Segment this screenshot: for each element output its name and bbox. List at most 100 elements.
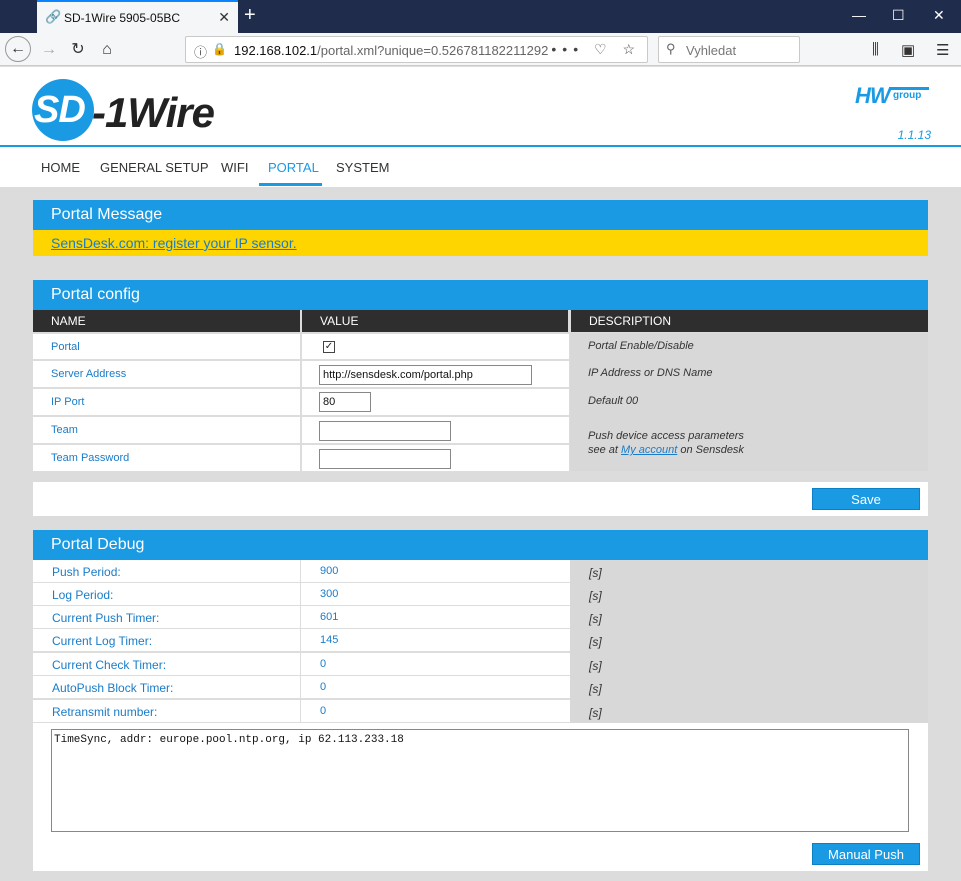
debug-value-push-period: 900 bbox=[320, 565, 339, 577]
debug-value-current-check-timer: 0 bbox=[320, 658, 327, 670]
value-cell bbox=[302, 417, 569, 444]
debug-unit: [s] bbox=[589, 612, 602, 626]
url-bar[interactable]: ⓘ 🔒 192.168.102.1/portal.xml?unique=0.52… bbox=[185, 36, 648, 63]
debug-value-retransmit-number: 0 bbox=[320, 705, 327, 717]
value-cell: ✓ bbox=[302, 334, 569, 360]
portal-message-heading: Portal Message bbox=[33, 200, 928, 230]
debug-log-textarea[interactable]: TimeSync, addr: europe.pool.ntp.org, ip … bbox=[51, 729, 909, 832]
row-divider bbox=[300, 560, 301, 583]
description-team-line1: Push device access parameters bbox=[588, 430, 744, 442]
portal-enable-checkbox[interactable]: ✓ bbox=[323, 341, 335, 353]
sidebar-icon[interactable]: ▣ bbox=[901, 41, 915, 59]
search-icon: ⚲ bbox=[666, 41, 676, 56]
debug-label-log-period: Log Period: bbox=[52, 588, 114, 602]
row-divider bbox=[300, 606, 301, 629]
page-actions-icon[interactable]: ••• ♡ ☆ bbox=[551, 41, 641, 58]
maximize-icon[interactable]: ☐ bbox=[892, 7, 905, 24]
portal-message-banner: SensDesk.com: register your IP sensor. bbox=[33, 230, 928, 256]
debug-value-current-push-timer: 601 bbox=[320, 611, 339, 623]
table-row: Team bbox=[33, 417, 300, 444]
team-password-field[interactable] bbox=[319, 449, 451, 469]
url-path: /portal.xml?unique=0.526781182211292 bbox=[317, 43, 549, 58]
save-bar: Save bbox=[33, 482, 928, 516]
description-ip-port: Default 00 bbox=[588, 395, 639, 407]
search-placeholder: Vyhledat bbox=[686, 43, 737, 58]
value-cell bbox=[302, 445, 569, 472]
description-server-address: IP Address or DNS Name bbox=[588, 367, 713, 379]
reload-icon[interactable]: ↻ bbox=[66, 38, 90, 62]
manual-push-button[interactable]: Manual Push bbox=[812, 843, 920, 865]
row-divider bbox=[300, 653, 301, 676]
portal-debug-heading: Portal Debug bbox=[33, 530, 928, 560]
forward-arrow-icon[interactable]: → bbox=[37, 38, 61, 62]
portal-config-heading: Portal config bbox=[33, 280, 928, 310]
table-row: Portal bbox=[33, 334, 300, 360]
row-divider bbox=[300, 700, 301, 723]
firmware-version: 1.1.13 bbox=[897, 128, 931, 142]
debug-label-current-check-timer: Current Check Timer: bbox=[52, 658, 167, 672]
description-portal: Portal Enable/Disable bbox=[588, 340, 694, 352]
home-icon[interactable]: ⌂ bbox=[95, 38, 119, 62]
debug-unit: [s] bbox=[589, 682, 602, 696]
sensdesk-register-link[interactable]: SensDesk.com: register your IP sensor. bbox=[51, 235, 297, 251]
active-menu-underline bbox=[259, 183, 322, 186]
logo-product-name: -1Wire bbox=[92, 89, 215, 136]
save-button[interactable]: Save bbox=[812, 488, 920, 510]
debug-row: Log Period: 300 bbox=[33, 583, 570, 606]
menu-item-portal[interactable]: PORTAL bbox=[268, 160, 319, 175]
debug-unit: [s] bbox=[589, 706, 602, 720]
library-icon[interactable]: ⫼ bbox=[872, 41, 879, 58]
menu-item-home[interactable]: HOME bbox=[41, 160, 80, 175]
debug-row: Current Push Timer: 601 bbox=[33, 606, 570, 629]
row-label-ip-port: IP Port bbox=[51, 396, 85, 408]
table-row: IP Port bbox=[33, 389, 300, 416]
insecure-lock-icon[interactable]: 🔒 bbox=[212, 42, 227, 56]
debug-row: AutoPush Block Timer: 0 bbox=[33, 676, 570, 699]
new-tab-icon[interactable]: + bbox=[244, 4, 256, 27]
description-team-suffix: on Sensdesk bbox=[677, 444, 744, 456]
logo-sd: SD bbox=[34, 89, 86, 131]
search-input[interactable]: ⚲ Vyhledat bbox=[658, 36, 800, 63]
menu-item-wifi[interactable]: WIFI bbox=[221, 160, 248, 175]
debug-value-log-period: 300 bbox=[320, 588, 339, 600]
window-close-icon[interactable]: ✕ bbox=[933, 7, 945, 24]
debug-row: Current Check Timer: 0 bbox=[33, 653, 570, 676]
tab-close-icon[interactable]: ✕ bbox=[218, 9, 230, 26]
row-label-portal: Portal bbox=[51, 341, 80, 353]
hwgroup-logo: HW group bbox=[855, 83, 929, 109]
debug-row: Current Log Timer: 145 bbox=[33, 629, 570, 652]
debug-row: Retransmit number: 0 bbox=[33, 700, 570, 723]
column-header-value: VALUE bbox=[302, 310, 568, 332]
info-icon[interactable]: ⓘ bbox=[194, 42, 207, 61]
hamburger-menu-icon[interactable]: ☰ bbox=[936, 41, 949, 59]
row-label-team: Team bbox=[51, 424, 78, 436]
server-address-field[interactable] bbox=[319, 365, 532, 385]
debug-unit: [s] bbox=[589, 566, 602, 580]
browser-titlebar: 🔗 SD-1Wire 5905-05BC ✕ + — ☐ ✕ bbox=[0, 0, 961, 33]
main-menu: HOME GENERAL SETUP WIFI PORTAL SYSTEM bbox=[0, 147, 961, 187]
debug-label-retransmit-number: Retransmit number: bbox=[52, 705, 158, 719]
browser-tab[interactable]: 🔗 SD-1Wire 5905-05BC ✕ bbox=[37, 0, 238, 33]
row-divider bbox=[300, 583, 301, 606]
ip-port-field[interactable] bbox=[319, 392, 371, 412]
debug-label-current-push-timer: Current Push Timer: bbox=[52, 611, 160, 625]
description-team-prefix: see at bbox=[588, 444, 622, 456]
debug-unit: [s] bbox=[589, 635, 602, 649]
row-divider bbox=[300, 629, 301, 652]
back-arrow-icon[interactable]: ← bbox=[5, 36, 31, 62]
brand-group: group bbox=[893, 90, 922, 101]
browser-navbar: ← → ↻ ⌂ ⓘ 🔒 192.168.102.1/portal.xml?uni… bbox=[0, 33, 961, 66]
url-text: 192.168.102.1/portal.xml?unique=0.526781… bbox=[234, 43, 548, 58]
table-row: Server Address bbox=[33, 361, 300, 388]
page-header: SD -1Wire HW group 1.1.13 HOME GENERAL S… bbox=[0, 67, 961, 187]
team-field[interactable] bbox=[319, 421, 451, 441]
value-cell bbox=[302, 361, 569, 388]
minimize-icon[interactable]: — bbox=[852, 7, 866, 23]
description-column: Portal Enable/Disable IP Address or DNS … bbox=[570, 333, 928, 471]
menu-item-general-setup[interactable]: GENERAL SETUP bbox=[100, 160, 209, 175]
row-divider bbox=[300, 676, 301, 699]
table-row: Team Password bbox=[33, 445, 300, 472]
row-label-team-password: Team Password bbox=[51, 452, 130, 464]
my-account-link[interactable]: My account bbox=[621, 444, 677, 456]
menu-item-system[interactable]: SYSTEM bbox=[336, 160, 389, 175]
